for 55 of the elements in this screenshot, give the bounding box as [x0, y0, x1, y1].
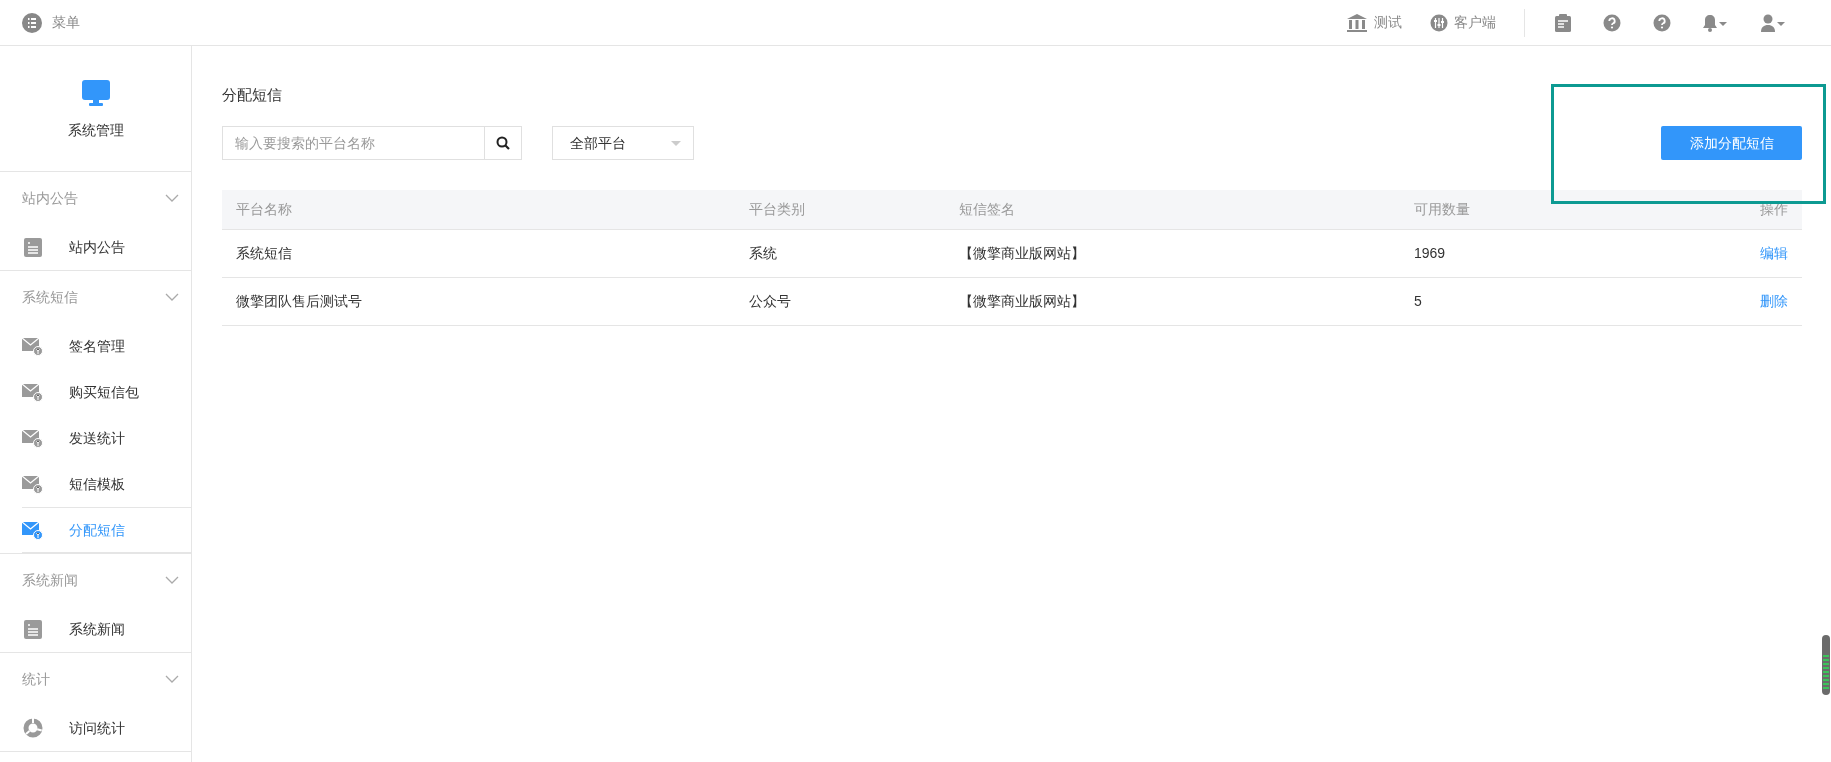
- mail-icon: [22, 428, 43, 448]
- sidebar-title: 系统管理: [67, 121, 124, 140]
- group-label: 系统新闻: [22, 570, 78, 590]
- sidebar-item[interactable]: 购买短信包: [0, 369, 191, 415]
- search-field[interactable]: 输入要搜索的平台名称: [222, 126, 485, 160]
- table-cell-text: 微擎团队售后测试号: [236, 292, 363, 311]
- sidebar-item[interactable]: 短信模板: [0, 461, 191, 507]
- mail-icon: [22, 336, 43, 356]
- sidebar-item[interactable]: 系统新闻: [0, 606, 191, 652]
- bank-icon: [1346, 12, 1368, 33]
- caret-icon: [671, 140, 681, 146]
- nav-link[interactable]: 客户端: [1430, 12, 1496, 33]
- nav-link[interactable]: 测试: [1346, 12, 1402, 33]
- chevron-down-icon: [165, 675, 179, 683]
- search-icon: [496, 136, 510, 150]
- document-icon: [23, 619, 42, 639]
- table-cell-text: 【微擎商业版网站】: [959, 292, 1086, 311]
- bell-button[interactable]: [1703, 13, 1729, 32]
- mail-icon: [22, 474, 43, 494]
- chevron-down-icon: [165, 194, 179, 202]
- table-cell-text: 【微擎商业版网站】: [959, 244, 1086, 263]
- table-cell-text: 公众号: [749, 292, 792, 311]
- group-label: 系统短信: [22, 287, 78, 307]
- table-cell-text: 5: [1414, 292, 1423, 311]
- mail-icon: [22, 520, 43, 540]
- ring-chart-icon: [22, 718, 43, 738]
- group-label: 站内公告: [22, 188, 78, 208]
- document-icon: [23, 237, 42, 257]
- menu-icon: [22, 12, 42, 33]
- column-header: 可用数量: [1414, 200, 1471, 219]
- help-button[interactable]: [1653, 13, 1671, 32]
- column-header: 平台类别: [749, 200, 806, 219]
- page-title: 分配短信: [222, 85, 283, 105]
- table-cell-text: 1969: [1414, 244, 1447, 263]
- sidebar-item[interactable]: 签名管理: [0, 323, 191, 369]
- platform-dropdown[interactable]: 全部平台: [552, 126, 694, 160]
- table-cell-text: 系统: [749, 244, 778, 263]
- clipboard-button[interactable]: [1555, 13, 1571, 32]
- column-header: 短信签名: [959, 200, 1016, 219]
- sliders-icon: [1430, 13, 1448, 32]
- group-label: 统计: [22, 669, 50, 689]
- search-button[interactable]: [485, 126, 522, 160]
- monitor-icon: [81, 80, 110, 106]
- column-header: 平台名称: [236, 200, 293, 219]
- chevron-down-icon: [165, 293, 179, 301]
- sidebar-item[interactable]: 访问统计: [0, 705, 191, 751]
- user-button[interactable]: [1761, 13, 1787, 32]
- menu-label[interactable]: 菜单: [52, 12, 80, 33]
- table-cell-text: 系统短信: [236, 244, 293, 263]
- mail-icon: [22, 382, 43, 402]
- help-button[interactable]: [1603, 13, 1621, 32]
- sidebar-item[interactable]: 站内公告: [0, 224, 191, 270]
- sidebar-item[interactable]: 发送统计: [0, 415, 191, 461]
- gauge-drawing: [1822, 635, 1830, 695]
- chevron-down-icon: [165, 576, 179, 584]
